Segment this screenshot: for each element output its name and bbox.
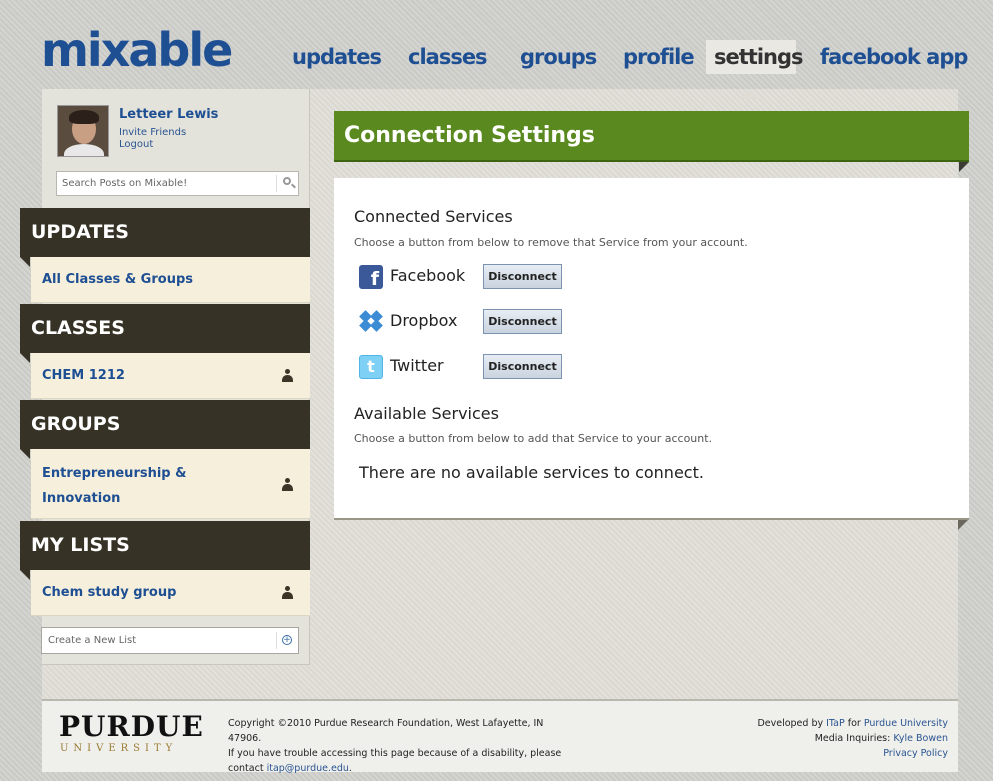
disconnect-facebook-button[interactable]: Disconnect [483,264,562,289]
connected-services-help: Choose a button from below to remove tha… [354,236,748,249]
user-name-link[interactable]: Letteer Lewis [119,107,218,122]
facebook-icon: f [359,265,383,290]
privacy-policy-link[interactable]: Privacy Policy [883,748,948,759]
credits: Developed by ITaP for Purdue University … [757,716,948,761]
copyright-text: Copyright ©2010 Purdue Research Foundati… [228,716,568,776]
nav-settings[interactable]: settings [706,40,804,74]
contact-email-link[interactable]: itap@purdue.edu [267,763,349,774]
member-icon [282,586,293,599]
itap-link[interactable]: ITaP [826,718,845,729]
no-services-message: There are no available services to conne… [359,463,704,482]
copyright-line: Copyright ©2010 Purdue Research Foundati… [228,718,544,744]
available-services-heading: Available Services [354,404,499,423]
search-icon[interactable] [276,175,298,192]
contact-line: contact itap@purdue.edu. [228,763,352,774]
purdue-wordmark: PURDUE [59,710,204,743]
avatar[interactable] [57,105,109,157]
accessibility-line: If you have trouble accessing this page … [228,748,562,759]
purdue-university-link[interactable]: Purdue University [864,718,948,729]
member-icon [282,369,293,382]
disconnect-dropbox-button[interactable]: Disconnect [483,309,562,334]
nav-profile[interactable]: profile [615,40,702,74]
nav-classes[interactable]: classes [400,40,495,74]
sidebar-item-label: Innovation [42,491,121,506]
active-tab-pointer [740,89,760,99]
member-icon [282,478,293,491]
purdue-logo[interactable]: PURDUE UNIVERSITY [59,710,204,756]
developed-by-line: Developed by ITaP for Purdue University [757,718,948,729]
sidebar-heading-classes: CLASSES [20,304,310,363]
mixable-logo[interactable]: mixable [41,24,233,76]
dropbox-icon [359,310,383,334]
twitter-icon: t [359,355,383,379]
search-box [56,171,299,196]
media-contact-link[interactable]: Kyle Bowen [893,733,948,744]
sidebar-item-entrepreneurship[interactable]: Entrepreneurship & Innovation [31,449,310,519]
sidebar-item-chem-1212[interactable]: CHEM 1212 [31,353,310,399]
sidebar-heading-groups: GROUPS [20,400,310,459]
sidebar-item-label: CHEM 1212 [42,368,125,383]
disconnect-twitter-button[interactable]: Disconnect [483,354,562,379]
search-input[interactable] [57,172,275,195]
service-name: Dropbox [390,311,458,330]
sidebar-item-label: All Classes & Groups [42,272,193,287]
sidebar-item-label: Entrepreneurship & [42,466,187,481]
media-inquiries-line: Media Inquiries: Kyle Bowen [814,733,948,744]
service-name: Twitter [390,356,444,375]
connected-services-heading: Connected Services [354,207,513,226]
invite-friends-link[interactable]: Invite Friends [119,127,186,138]
nav-facebook-app[interactable]: facebook app [812,40,975,74]
new-list-box: + [41,627,299,654]
add-list-icon[interactable]: + [276,632,298,649]
sidebar-item-label: Chem study group [42,585,177,600]
sidebar-item-chem-study-group[interactable]: Chem study group [31,570,310,616]
panel-corner [958,520,968,530]
purdue-subtitle: UNIVERSITY [60,743,178,754]
logout-link[interactable]: Logout [119,139,153,150]
sidebar-heading-updates: UPDATES [20,208,310,267]
page-title: Connection Settings [334,111,969,172]
sidebar-item-all-classes-groups[interactable]: All Classes & Groups [31,257,310,303]
new-list-input[interactable] [42,628,276,653]
service-name: Facebook [390,266,466,285]
available-services-help: Choose a button from below to add that S… [354,432,713,445]
nav-groups[interactable]: groups [512,40,604,74]
sidebar-heading-my-lists: MY LISTS [20,521,310,580]
nav-updates[interactable]: updates [284,40,389,74]
